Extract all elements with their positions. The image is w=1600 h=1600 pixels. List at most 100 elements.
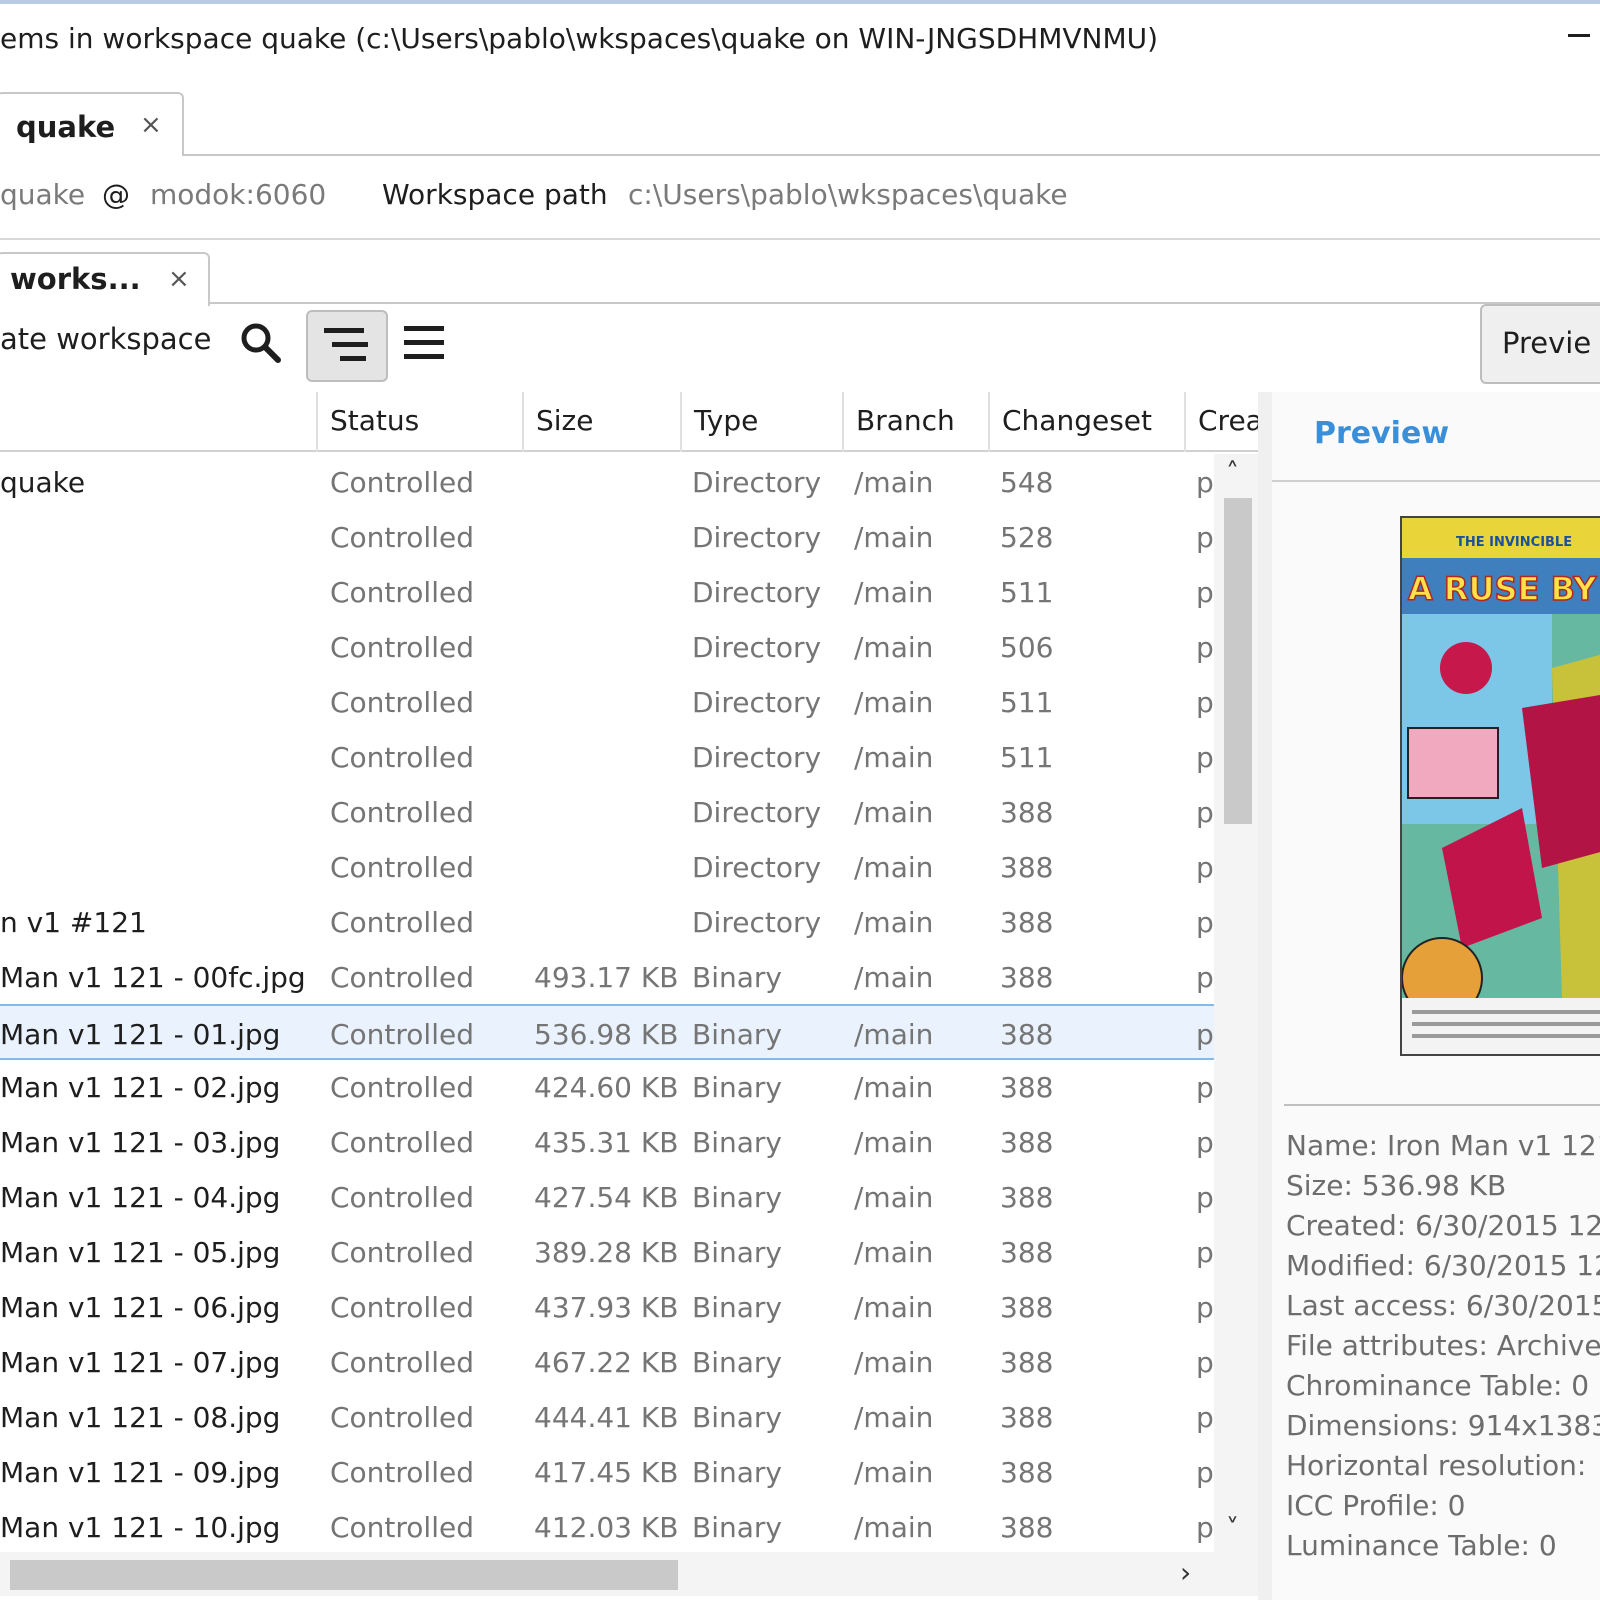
cell-changeset: 388	[1000, 796, 1054, 829]
cell-created: p	[1196, 521, 1214, 554]
column-header-created[interactable]: Crea	[1184, 392, 1258, 452]
table-row[interactable]: Controlled Directory/main 528 p	[0, 509, 1214, 565]
table-row[interactable]: Controlled Directory/main 506 p	[0, 619, 1214, 675]
horizontal-scrollbar[interactable]: ›	[0, 1552, 1258, 1596]
table-row[interactable]: Man v1 121 - 10.jpg Controlled 412.03 KB Bi…	[0, 1499, 1214, 1552]
cell-name: Man v1 121 - 08.jpg	[0, 1401, 281, 1434]
vertical-scroll-thumb[interactable]	[1224, 498, 1252, 824]
workspace-tab-bar: quake ×	[0, 92, 1600, 156]
cell-size: 467.22 KB	[534, 1346, 679, 1379]
table-row[interactable]: Man v1 121 - 09.jpg Controlled 417.45 KB Bi…	[0, 1444, 1214, 1500]
table-row[interactable]: Controlled Directory/main 511 p	[0, 674, 1214, 730]
preview-meta-line: ICC Profile: 0	[1286, 1489, 1466, 1522]
table-row[interactable]: Controlled Directory/main 511 p	[0, 729, 1214, 785]
comic-header-text: THE INVINCIBLE	[1456, 535, 1572, 550]
cell-branch: /main	[854, 1401, 934, 1434]
table-row[interactable]: Man v1 121 - 02.jpg Controlled 424.60 KB Bi…	[0, 1059, 1214, 1115]
grid-body: quake Controlled Directory/main 548 p Control…	[0, 454, 1214, 1552]
column-header-status[interactable]: Status	[316, 392, 522, 452]
preview-meta-line: Last access: 6/30/2015	[1286, 1289, 1600, 1322]
table-row[interactable]: n v1 #121 Controlled Directory/main 388 p	[0, 894, 1214, 950]
cell-status: Controlled	[330, 631, 474, 664]
grid-header: Status Size Type Branch Changeset Crea	[0, 392, 1258, 452]
cell-type: Directory	[692, 466, 822, 499]
cell-size: 427.54 KB	[534, 1181, 679, 1214]
tree-view-icon[interactable]	[306, 310, 388, 382]
scroll-right-icon[interactable]: ›	[1180, 1556, 1191, 1589]
tab-workspace-quake[interactable]: quake ×	[0, 92, 184, 156]
cell-size: 536.98 KB	[534, 1018, 679, 1051]
repository-name[interactable]: quake	[0, 178, 85, 211]
cell-status: Controlled	[330, 466, 474, 499]
close-icon[interactable]: ×	[140, 110, 162, 140]
comic-title-text: A RUSE BY ANY	[1408, 570, 1600, 608]
cell-type: Binary	[692, 1346, 782, 1379]
table-row[interactable]: Man v1 121 - 01.jpg Controlled 536.98 KB Bi…	[0, 1004, 1214, 1060]
cell-name: Man v1 121 - 05.jpg	[0, 1236, 281, 1269]
cell-created: p	[1196, 961, 1214, 994]
cell-type: Binary	[692, 1181, 782, 1214]
scroll-down-icon[interactable]: ˅	[1226, 1514, 1239, 1544]
cell-status: Controlled	[330, 686, 474, 719]
preview-meta-line: Dimensions: 914x1383	[1286, 1409, 1600, 1442]
cell-branch: /main	[854, 1511, 934, 1544]
cell-branch: /main	[854, 686, 934, 719]
search-icon[interactable]	[236, 318, 286, 368]
cell-branch: /main	[854, 1181, 934, 1214]
table-row[interactable]: quake Controlled Directory/main 548 p	[0, 454, 1214, 510]
table-row[interactable]: Man v1 121 - 00fc.jpg Controlled 493.17 KB…	[0, 949, 1214, 1005]
cell-status: Controlled	[330, 1346, 474, 1379]
preview-button[interactable]: Previe	[1480, 304, 1600, 384]
horizontal-scroll-thumb[interactable]	[10, 1560, 678, 1590]
cell-status: Controlled	[330, 1401, 474, 1434]
minimize-button[interactable]	[1566, 14, 1600, 54]
cell-branch: /main	[854, 576, 934, 609]
panel-splitter[interactable]	[1258, 392, 1272, 1600]
column-header-size[interactable]: Size	[522, 392, 680, 452]
tab-preview[interactable]: Preview	[1314, 416, 1449, 451]
cell-branch: /main	[854, 961, 934, 994]
cell-branch: /main	[854, 1456, 934, 1489]
cell-created: p	[1196, 851, 1214, 884]
preview-meta-line: Created: 6/30/2015 12:	[1286, 1209, 1600, 1242]
cell-changeset: 511	[1000, 741, 1054, 774]
table-row[interactable]: Man v1 121 - 03.jpg Controlled 435.31 KB Bi…	[0, 1114, 1214, 1170]
column-header-type[interactable]: Type	[680, 392, 842, 452]
close-icon[interactable]: ×	[168, 264, 190, 294]
table-row[interactable]: Man v1 121 - 04.jpg Controlled 427.54 KB Bi…	[0, 1169, 1214, 1225]
cell-name: Man v1 121 - 01.jpg	[0, 1018, 281, 1051]
scroll-up-icon[interactable]: ˄	[1226, 458, 1239, 488]
cell-created: p	[1196, 1071, 1214, 1104]
update-workspace-button[interactable]: ate workspace	[0, 322, 211, 356]
window-top-border	[0, 0, 1600, 4]
workspace-path-label: Workspace path	[382, 178, 608, 211]
table-row[interactable]: Man v1 121 - 07.jpg Controlled 467.22 KB Bi…	[0, 1334, 1214, 1390]
cell-created: p	[1196, 796, 1214, 829]
list-view-icon[interactable]	[402, 318, 462, 374]
at-separator: @	[102, 178, 130, 211]
vertical-scrollbar[interactable]: ˄ ˅	[1214, 454, 1258, 1552]
table-row[interactable]: Controlled Directory/main 388 p	[0, 784, 1214, 840]
preview-meta-divider	[1284, 1104, 1600, 1106]
table-row[interactable]: Man v1 121 - 05.jpg Controlled 389.28 KB Bi…	[0, 1224, 1214, 1280]
cell-created: p	[1196, 1401, 1214, 1434]
server-name[interactable]: modok:6060	[150, 178, 326, 211]
cell-type: Directory	[692, 576, 822, 609]
column-header-branch[interactable]: Branch	[842, 392, 988, 452]
table-row[interactable]: Controlled Directory/main 388 p	[0, 839, 1214, 895]
column-header-name[interactable]	[0, 392, 316, 452]
preview-metadata: Name: Iron Man v1 121 Size: 536.98 KB Crea…	[1286, 1126, 1600, 1566]
table-row[interactable]: Man v1 121 - 08.jpg Controlled 444.41 KB Bi…	[0, 1389, 1214, 1445]
cell-status: Controlled	[330, 741, 474, 774]
cell-type: Directory	[692, 631, 822, 664]
cell-status: Controlled	[330, 576, 474, 609]
table-row[interactable]: Man v1 121 - 06.jpg Controlled 437.93 KB Bi…	[0, 1279, 1214, 1335]
cell-status: Controlled	[330, 796, 474, 829]
cell-type: Binary	[692, 1126, 782, 1159]
cell-name: n v1 #121	[0, 906, 147, 939]
tab-workspace-explorer[interactable]: works... ×	[0, 252, 210, 306]
cell-size: 424.60 KB	[534, 1071, 679, 1104]
table-row[interactable]: Controlled Directory/main 511 p	[0, 564, 1214, 620]
column-header-changeset[interactable]: Changeset	[988, 392, 1184, 452]
cell-type: Directory	[692, 521, 822, 554]
